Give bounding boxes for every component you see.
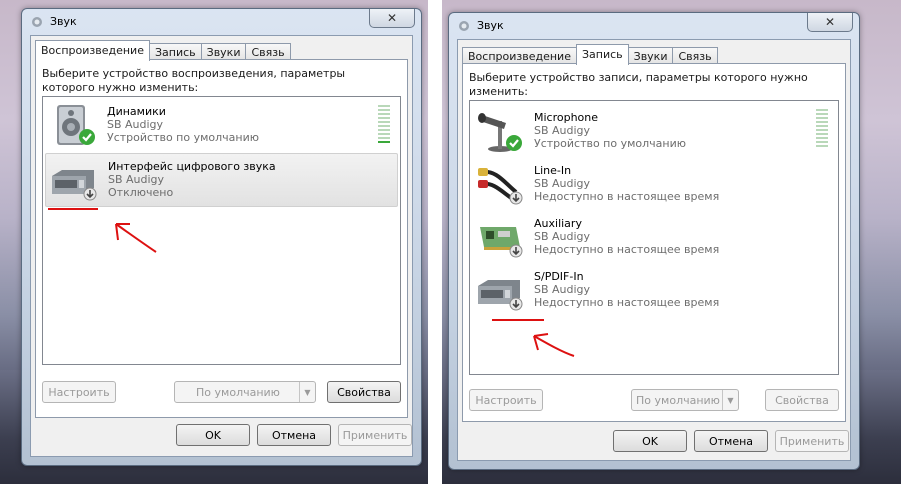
device-item-microphone[interactable]: Microphone SB Audigy Устройство по умолч… xyxy=(472,105,836,157)
close-button[interactable]: ✕ xyxy=(807,13,853,32)
volume-meter xyxy=(378,105,390,145)
sound-app-icon xyxy=(32,17,42,27)
tab-strip: Воспроизведение Запись Звуки Связь xyxy=(462,44,718,65)
annotation-arrow xyxy=(115,223,157,253)
device-driver: SB Audigy xyxy=(534,230,591,243)
set-default-label: По умолчанию xyxy=(196,385,280,399)
ok-button[interactable]: OK xyxy=(613,430,687,452)
dialog-client: Воспроизведение Запись Звуки Связь Выбер… xyxy=(457,39,851,461)
set-default-button[interactable]: По умолчанию ▼ xyxy=(174,381,316,403)
device-status: Недоступно в настоящее время xyxy=(534,190,720,203)
device-item-line-in[interactable]: Line-In SB Audigy Недоступно в настоящее… xyxy=(472,158,836,210)
digital-audio-icon xyxy=(478,280,523,311)
tab-recording[interactable]: Запись xyxy=(575,44,629,65)
set-default-button[interactable]: По умолчанию ▼ xyxy=(631,389,739,411)
cancel-button[interactable]: Отмена xyxy=(257,424,331,446)
device-list[interactable]: Microphone SB Audigy Устройство по умолч… xyxy=(469,100,839,375)
cancel-button[interactable]: Отмена xyxy=(694,430,768,452)
window-title: Звук xyxy=(477,19,504,32)
instruction-text: Выберите устройство воспроизведения, пар… xyxy=(42,67,346,94)
sound-app-icon xyxy=(459,21,469,31)
device-driver: SB Audigy xyxy=(534,283,591,296)
chevron-down-icon[interactable]: ▼ xyxy=(722,390,738,410)
annotation-underline xyxy=(492,319,544,321)
device-name: Line-In xyxy=(534,164,572,177)
speaker-icon xyxy=(57,105,95,145)
device-name: Auxiliary xyxy=(534,217,582,230)
microphone-icon xyxy=(478,113,522,152)
annotation-arrow xyxy=(533,333,575,357)
device-item-spdif-in[interactable]: S/PDIF-In SB Audigy Недоступно в настоящ… xyxy=(472,264,836,316)
digital-audio-icon xyxy=(52,170,97,201)
device-status: Отключено xyxy=(108,186,174,199)
sound-dialog-playback: Звук ✕ Воспроизведение Запись Звуки Связ… xyxy=(21,8,422,466)
device-status: Устройство по умолчанию xyxy=(107,131,260,144)
image-separator xyxy=(428,0,442,484)
tab-panel: Выберите устройство записи, параметры ко… xyxy=(462,63,846,422)
close-icon: ✕ xyxy=(386,11,398,25)
set-default-label: По умолчанию xyxy=(636,393,720,407)
device-name: Microphone xyxy=(534,111,599,124)
close-icon: ✕ xyxy=(824,15,836,29)
tab-playback[interactable]: Воспроизведение xyxy=(35,40,150,61)
tab-panel: Выберите устройство воспроизведения, пар… xyxy=(35,59,408,418)
sound-dialog-recording: Звук ✕ Воспроизведение Запись Звуки Связ… xyxy=(448,12,860,470)
properties-button[interactable]: Свойства xyxy=(765,389,839,411)
dialog-client: Воспроизведение Запись Звуки Связь Выбер… xyxy=(30,35,413,457)
chevron-down-icon[interactable]: ▼ xyxy=(299,382,315,402)
configure-button[interactable]: Настроить xyxy=(42,381,116,403)
title-bar[interactable]: Звук ✕ xyxy=(22,9,421,35)
instruction-text: Выберите устройство записи, параметры ко… xyxy=(469,71,808,98)
device-driver: SB Audigy xyxy=(107,118,164,131)
volume-meter xyxy=(816,109,828,149)
device-item-auxiliary[interactable]: Auxiliary SB Audigy Недоступно в настоящ… xyxy=(472,211,836,263)
rca-cable-icon xyxy=(478,168,523,205)
device-list[interactable]: Динамики SB Audigy Устройство по умолчан… xyxy=(42,96,401,365)
device-name: S/PDIF-In xyxy=(534,270,584,283)
device-name: Интерфейс цифрового звука xyxy=(108,160,276,173)
device-driver: SB Audigy xyxy=(534,177,591,190)
device-item-digital-audio[interactable]: Интерфейс цифрового звука SB Audigy Откл… xyxy=(45,153,398,207)
sound-card-icon xyxy=(480,227,523,258)
close-button[interactable]: ✕ xyxy=(369,9,415,28)
apply-button[interactable]: Применить xyxy=(338,424,412,446)
device-item-speakers[interactable]: Динамики SB Audigy Устройство по умолчан… xyxy=(45,99,398,151)
device-status: Недоступно в настоящее время xyxy=(534,296,720,309)
tab-strip: Воспроизведение Запись Звуки Связь xyxy=(35,40,291,61)
device-driver: SB Audigy xyxy=(534,124,591,137)
device-status: Устройство по умолчанию xyxy=(534,137,687,150)
device-name: Динамики xyxy=(107,105,166,118)
default-check-icon xyxy=(506,135,522,151)
title-bar[interactable]: Звук ✕ xyxy=(449,13,859,39)
properties-button[interactable]: Свойства xyxy=(327,381,401,403)
device-driver: SB Audigy xyxy=(108,173,165,186)
apply-button[interactable]: Применить xyxy=(775,430,849,452)
window-title: Звук xyxy=(50,15,77,28)
ok-button[interactable]: OK xyxy=(176,424,250,446)
default-check-icon xyxy=(79,129,95,145)
configure-button[interactable]: Настроить xyxy=(469,389,543,411)
annotation-underline xyxy=(48,208,98,210)
device-status: Недоступно в настоящее время xyxy=(534,243,720,256)
